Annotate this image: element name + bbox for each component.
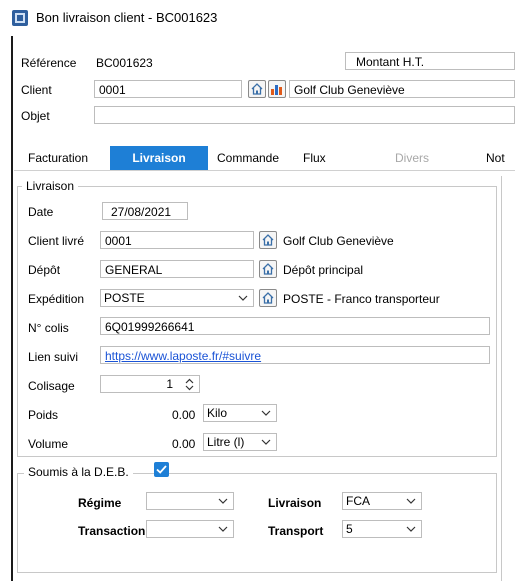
client-name-field: Golf Club Geneviève xyxy=(289,80,515,98)
client-stats-button[interactable] xyxy=(268,80,286,98)
title-bar: Bon livraison client - BC001623 xyxy=(0,0,515,36)
client-code-input[interactable]: 0001 xyxy=(94,80,242,98)
transport-value: 5 xyxy=(346,522,353,536)
client-livre-lookup-button[interactable] xyxy=(259,231,277,249)
expedition-lookup-button[interactable] xyxy=(259,289,277,307)
bar-chart-icon xyxy=(271,85,282,95)
reference-value: BC001623 xyxy=(96,56,153,70)
expedition-select[interactable]: POSTE xyxy=(100,289,254,307)
objet-label: Objet xyxy=(21,109,50,123)
poids-label: Poids xyxy=(28,408,59,422)
client-lookup-button[interactable] xyxy=(248,80,266,98)
volume-unit-value: Litre (l) xyxy=(207,435,245,449)
tab-divers: Divers xyxy=(395,151,430,165)
home-icon xyxy=(262,263,274,275)
tab-notes[interactable]: Not xyxy=(478,146,513,170)
objet-input[interactable] xyxy=(94,106,515,124)
spinner-arrows-icon[interactable] xyxy=(185,378,194,391)
depot-label: Dépôt xyxy=(28,263,61,277)
tab-livraison[interactable]: Livraison xyxy=(110,146,208,170)
home-icon xyxy=(262,292,274,304)
reference-label: Référence xyxy=(21,56,77,70)
chevron-down-icon xyxy=(218,498,228,504)
home-icon xyxy=(262,234,274,246)
window-frame-left xyxy=(11,36,13,581)
window-title: Bon livraison client - BC001623 xyxy=(36,10,218,25)
chevron-down-icon xyxy=(238,295,248,301)
depot-input[interactable]: GENERAL xyxy=(100,260,254,278)
expedition-select-value: POSTE xyxy=(104,291,145,305)
colis-label: N° colis xyxy=(28,321,69,335)
home-icon xyxy=(251,83,263,95)
right-panel xyxy=(501,176,515,581)
lien-suivi-label: Lien suivi xyxy=(28,350,79,364)
colisage-stepper[interactable]: 1 xyxy=(100,375,200,393)
client-label: Client xyxy=(21,83,52,97)
colisage-value: 1 xyxy=(166,377,173,391)
regime-select[interactable] xyxy=(146,492,234,510)
poids-value[interactable]: 0.00 xyxy=(172,408,195,422)
colisage-label: Colisage xyxy=(28,379,75,393)
volume-unit-select[interactable]: Litre (l) xyxy=(203,433,277,451)
deb-legend: Soumis à la D.E.B. xyxy=(24,465,133,479)
date-input[interactable]: 27/08/2021 xyxy=(102,202,188,220)
chevron-down-icon xyxy=(406,498,416,504)
chevron-down-icon xyxy=(261,410,271,416)
chevron-down-icon xyxy=(406,526,416,532)
colis-input[interactable]: 6Q01999266641 xyxy=(100,317,490,335)
transaction-select[interactable] xyxy=(146,520,234,538)
deb-livraison-value: FCA xyxy=(346,494,370,508)
tab-commande[interactable]: Commande xyxy=(209,146,287,170)
deb-livraison-label: Livraison xyxy=(268,496,322,510)
regime-label: Régime xyxy=(78,496,122,510)
tab-facturation[interactable]: Facturation xyxy=(20,146,96,170)
chevron-down-icon xyxy=(218,526,228,532)
transaction-label: Transaction xyxy=(78,524,146,538)
lien-suivi-link[interactable]: https://www.laposte.fr/#suivre xyxy=(100,346,490,364)
expedition-name: POSTE - Franco transporteur xyxy=(283,292,440,306)
chevron-down-icon xyxy=(261,439,271,445)
poids-unit-select[interactable]: Kilo xyxy=(203,404,277,422)
volume-label: Volume xyxy=(28,437,69,451)
depot-name: Dépôt principal xyxy=(283,263,364,277)
deb-group xyxy=(17,473,497,573)
client-livre-name: Golf Club Geneviève xyxy=(283,234,394,248)
volume-value[interactable]: 0.00 xyxy=(172,437,195,451)
poids-unit-value: Kilo xyxy=(207,406,228,420)
depot-lookup-button[interactable] xyxy=(259,260,277,278)
livraison-legend: Livraison xyxy=(22,179,79,193)
app-icon xyxy=(12,10,28,26)
transport-label: Transport xyxy=(268,524,324,538)
expedition-label: Expédition xyxy=(28,292,85,306)
client-livre-input[interactable]: 0001 xyxy=(100,231,254,249)
deb-checkbox[interactable] xyxy=(154,462,169,477)
date-label: Date xyxy=(28,205,54,219)
montant-field[interactable]: Montant H.T. xyxy=(345,52,515,70)
deb-livraison-select[interactable]: FCA xyxy=(342,492,422,510)
transport-select[interactable]: 5 xyxy=(342,520,422,538)
checkmark-icon xyxy=(156,465,167,474)
tab-flux[interactable]: Flux xyxy=(295,146,334,170)
client-livre-label: Client livré xyxy=(28,234,85,248)
tab-bar: Facturation Livraison Commande Flux Dive… xyxy=(14,146,515,171)
